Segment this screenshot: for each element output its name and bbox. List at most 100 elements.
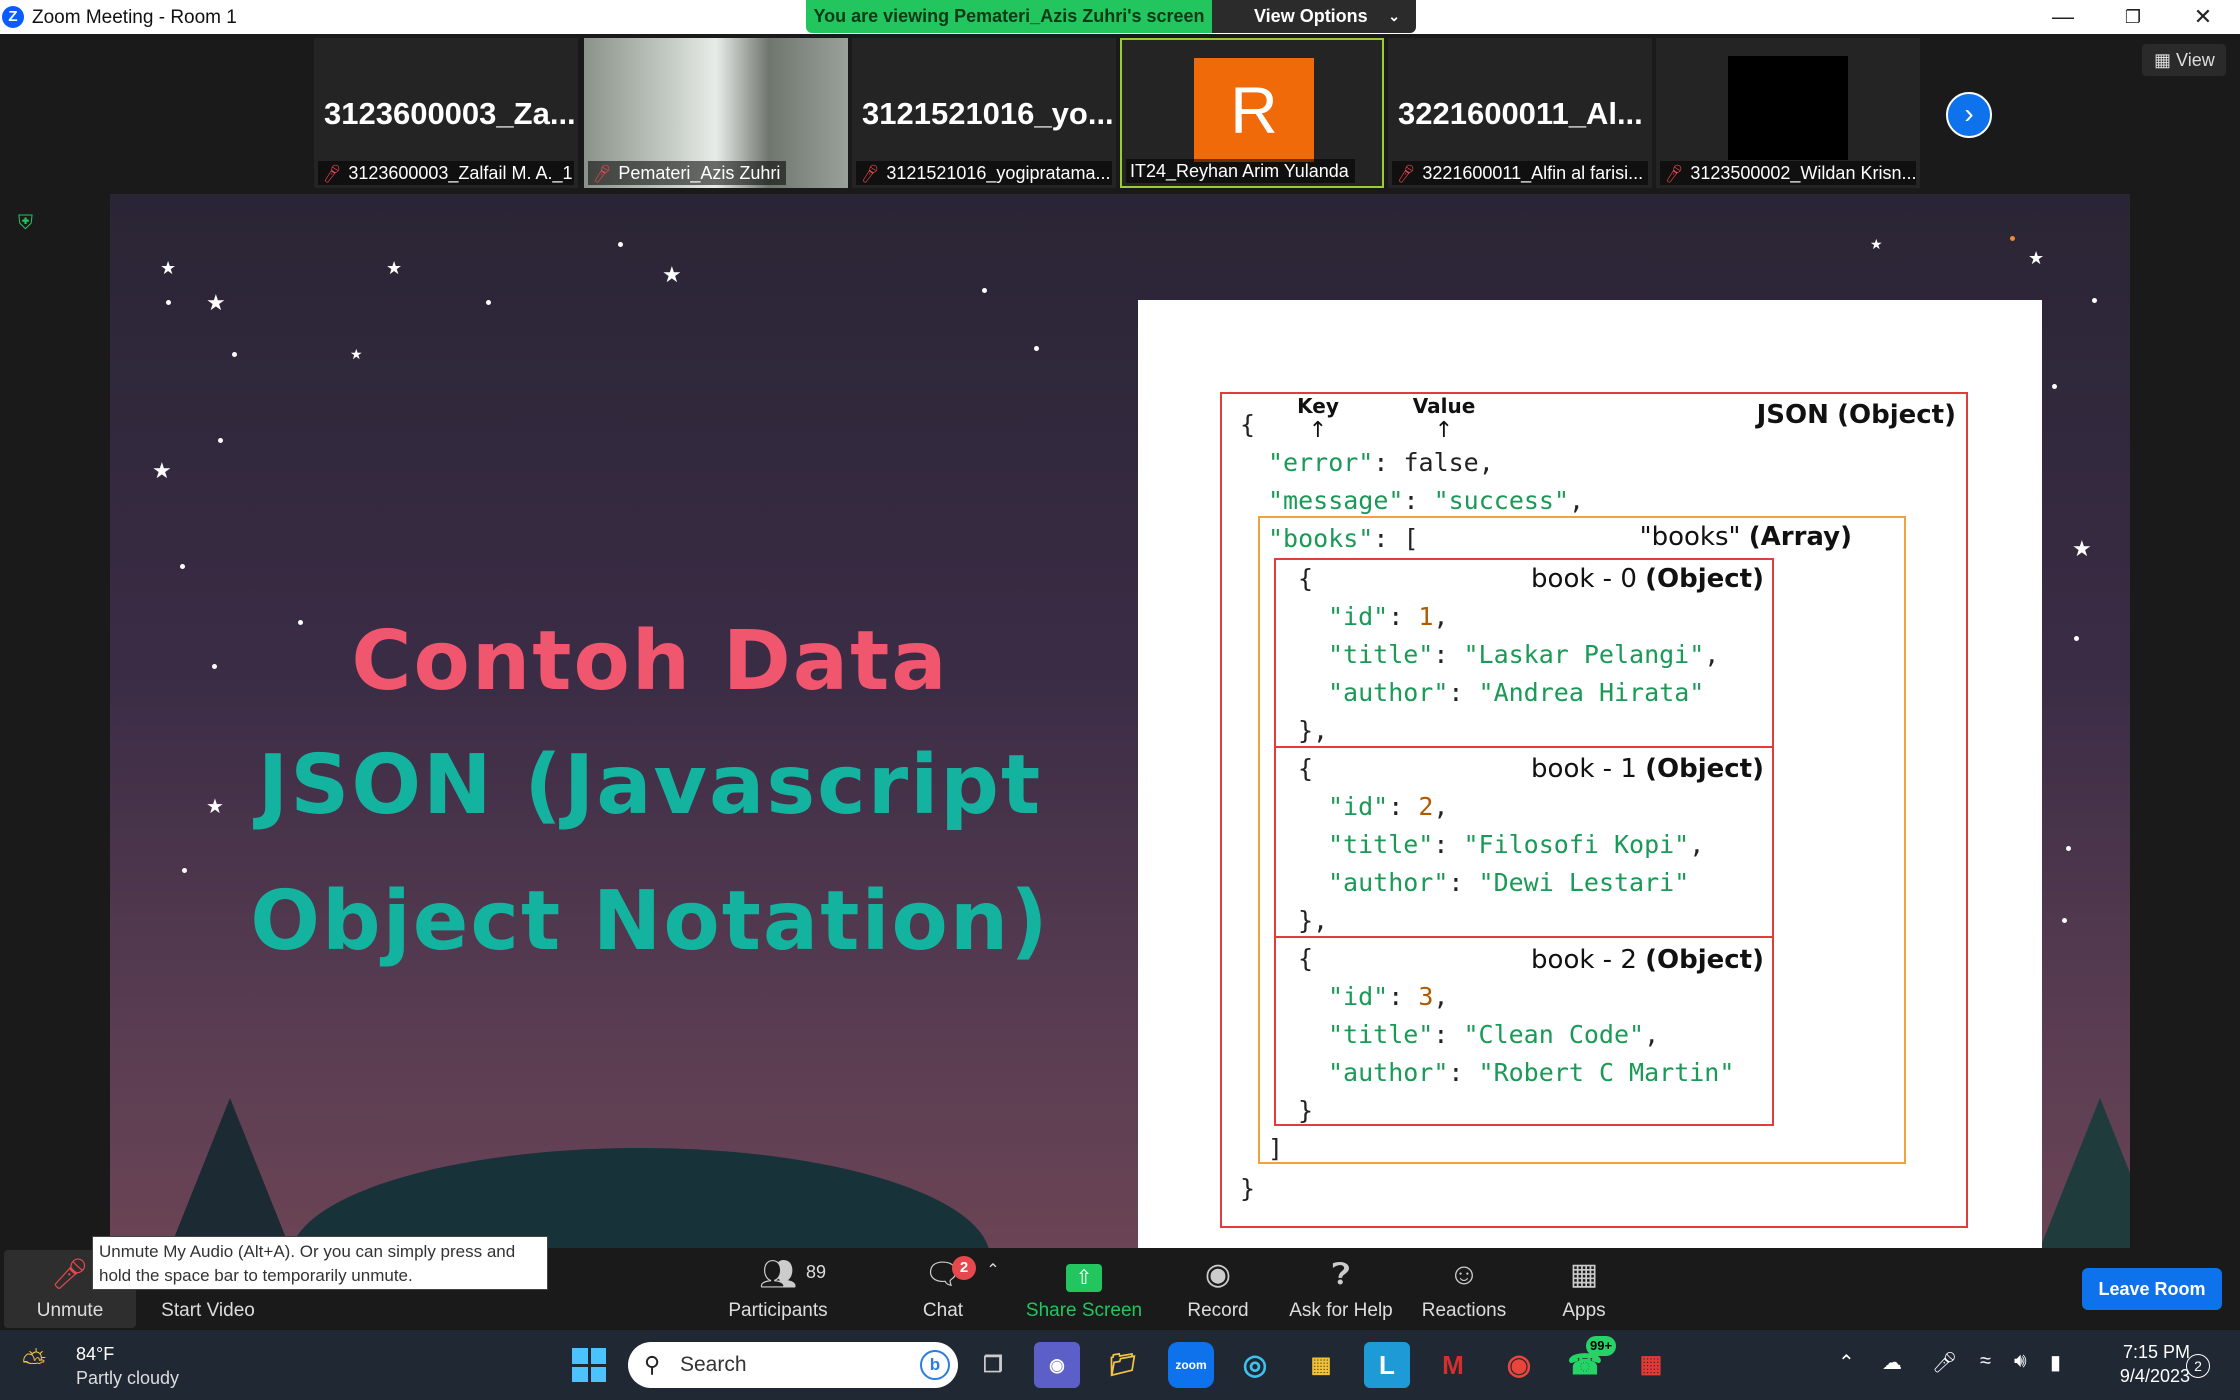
onedrive-cloud-icon[interactable]: ☁ xyxy=(1882,1350,1902,1375)
json-key: "author" xyxy=(1328,678,1449,707)
star-decoration: ★ xyxy=(152,458,172,483)
participants-count: 89 xyxy=(806,1262,827,1282)
star-dot xyxy=(2010,236,2015,241)
bing-icon[interactable]: b xyxy=(920,1350,950,1380)
star-dot xyxy=(182,868,187,873)
edge-icon[interactable]: ◎ xyxy=(1232,1342,1278,1388)
mic-muted-icon: 🎤︎ xyxy=(1662,164,1686,185)
json-value: "Clean Code" xyxy=(1463,1020,1645,1049)
chat-badge: 2 xyxy=(952,1256,976,1280)
help-icon: ❓︎ xyxy=(1331,1258,1351,1291)
task-view-icon[interactable]: ❐ xyxy=(970,1342,1016,1388)
json-value: 3 xyxy=(1418,982,1434,1011)
whatsapp-badge: 99+ xyxy=(1586,1336,1617,1356)
show-hidden-icons-chevron[interactable]: ⌃ xyxy=(1838,1350,1855,1375)
file-explorer-icon[interactable]: 📁︎ xyxy=(1100,1342,1146,1388)
apps-button[interactable]: ▦ Apps xyxy=(1540,1254,1628,1330)
record-icon: ◉ xyxy=(1204,1258,1232,1291)
json-key: "message" xyxy=(1268,486,1404,515)
mountain-decoration xyxy=(170,1098,290,1248)
windows-taskbar: ⛅︎ 84°F Partly cloudy ⚲ Search b ❐ ◉ 📁︎ … xyxy=(0,1330,2240,1400)
partly-cloudy-icon: ⛅︎ xyxy=(22,1346,46,1379)
code-line-message: "message": "success", xyxy=(1268,486,1585,515)
system-clock[interactable]: 7:15 PM 9/4/2023 xyxy=(2090,1340,2190,1388)
chat-options-caret[interactable]: ⌃ xyxy=(980,1260,1006,1336)
star-decoration: ★ xyxy=(662,262,682,287)
star-dot xyxy=(486,300,491,305)
office-app-icon[interactable]: ▦ xyxy=(1628,1342,1674,1388)
zoom-icon: Z xyxy=(2,6,24,28)
participant-tile[interactable]: 🎤︎ 3123500002_Wildan Krisn... xyxy=(1656,38,1920,188)
slide-title-line1: Contoh Data xyxy=(351,614,949,709)
restore-button[interactable]: ❐ xyxy=(2098,0,2168,34)
battery-icon[interactable]: ▮ xyxy=(2050,1350,2061,1375)
chat-button[interactable]: 🗨︎ 2 Chat xyxy=(900,1254,986,1330)
participant-tile[interactable]: 3121521016_yo... 🎤︎ 3121521016_yogipratam… xyxy=(852,38,1116,188)
notification-count[interactable]: 2 xyxy=(2186,1354,2210,1378)
shield-icon[interactable]: ⛨ xyxy=(18,212,40,236)
json-object-label: JSON (Object) xyxy=(1757,400,1956,430)
wifi-icon[interactable]: ≈ xyxy=(1980,1350,1991,1373)
meeting-area: 3123600003_Za... 🎤︎ 3123600003_Zalfail M.… xyxy=(0,34,2240,1248)
participant-name: 3123600003_Zalfail M. A._1 xyxy=(348,163,573,183)
mic-muted-icon: 🎤︎ xyxy=(320,164,344,185)
code-line: { xyxy=(1298,944,1314,973)
participant-tile-active-speaker[interactable]: R IT24_Reyhan Arim Yulanda xyxy=(1120,38,1384,188)
star-dot xyxy=(2066,846,2071,851)
json-value: "Filosofi Kopi" xyxy=(1463,830,1690,859)
unmute-tooltip: Unmute My Audio (Alt+A). Or you can simp… xyxy=(92,1236,548,1290)
windows-start-icon[interactable] xyxy=(572,1348,606,1382)
star-dot xyxy=(2092,298,2097,303)
reactions-button[interactable]: ☺ Reactions xyxy=(1414,1254,1514,1330)
taskbar-search-box[interactable]: ⚲ Search b xyxy=(628,1342,958,1388)
minimize-button[interactable]: — xyxy=(2028,0,2098,34)
json-value: false xyxy=(1403,448,1479,477)
book-1-label: book - 1 (Object) xyxy=(1531,754,1764,784)
hill-decoration xyxy=(290,1148,990,1248)
code-close-brace: } xyxy=(1240,1174,1256,1203)
mcafee-icon[interactable]: M xyxy=(1430,1342,1476,1388)
code-close-bracket: ] xyxy=(1268,1134,1284,1163)
key-label-text: Key xyxy=(1297,394,1339,418)
book-0-type: (Object) xyxy=(1645,564,1764,594)
search-placeholder: Search xyxy=(680,1353,747,1376)
json-key: "title" xyxy=(1328,830,1434,859)
star-dot xyxy=(232,352,237,357)
search-icon: ⚲ xyxy=(644,1352,661,1377)
weather-condition: Partly cloudy xyxy=(76,1368,180,1388)
zoom-taskbar-icon[interactable]: zoom xyxy=(1168,1342,1214,1388)
participant-tile[interactable]: 🎤︎ Pemateri_Azis Zuhri xyxy=(584,38,848,188)
chrome-icon[interactable]: ◉ xyxy=(1496,1342,1542,1388)
teams-chat-icon[interactable]: ◉ xyxy=(1034,1342,1080,1388)
record-button[interactable]: ◉ Record xyxy=(1168,1254,1268,1330)
next-page-button[interactable]: › xyxy=(1946,92,1992,138)
star-decoration: ★ xyxy=(2072,536,2092,561)
mic-muted-icon: 🎤︎ xyxy=(590,164,614,185)
volume-icon[interactable]: 🔊︎ xyxy=(2014,1350,2027,1373)
participant-tile[interactable]: 3221600011_Al... 🎤︎ 3221600011_Alfin al f… xyxy=(1388,38,1652,188)
microphone-icon[interactable]: 🎤︎ xyxy=(1932,1350,1957,1375)
share-screen-button[interactable]: ⇧ Share Screen xyxy=(1024,1254,1144,1330)
store-icon[interactable]: ▦ xyxy=(1298,1342,1344,1388)
arrow-up-icon: ↑ xyxy=(1308,418,1328,443)
close-button[interactable]: ✕ xyxy=(2168,0,2238,34)
whatsapp-icon[interactable]: ☎ 99+ xyxy=(1562,1336,1617,1388)
books-array-type: (Array) xyxy=(1748,522,1852,552)
participant-label: 🎤︎ 3123600003_Zalfail M. A._1 xyxy=(318,161,574,185)
value-label: Value ↑ xyxy=(1404,394,1484,442)
code-line: { xyxy=(1298,754,1314,783)
learning-app-icon[interactable]: L xyxy=(1364,1342,1410,1388)
json-object-type: (Object) xyxy=(1837,400,1956,430)
code-line: { xyxy=(1298,564,1314,593)
mic-muted-icon: 🎤︎ xyxy=(858,164,882,185)
participant-tile[interactable]: 3123600003_Za... 🎤︎ 3123600003_Zalfail M.… xyxy=(314,38,578,188)
apps-icon: ▦ xyxy=(1569,1258,1599,1291)
ask-for-help-button[interactable]: ❓︎ Ask for Help xyxy=(1284,1254,1398,1330)
view-button[interactable]: ▦ View xyxy=(2142,44,2226,76)
start-video-label: Start Video xyxy=(161,1300,255,1321)
participants-button[interactable]: 👥︎ 89 Participants xyxy=(720,1254,836,1330)
view-options-button[interactable]: View Options ⌄ xyxy=(1212,0,1416,33)
code-line-author: "author": "Andrea Hirata" xyxy=(1328,678,1705,707)
leave-room-button[interactable]: Leave Room xyxy=(2082,1268,2222,1310)
json-key: "id" xyxy=(1328,792,1389,821)
